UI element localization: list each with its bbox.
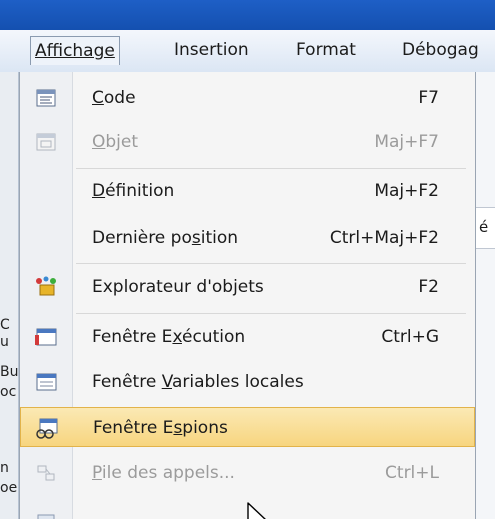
menu-insertion-label: Insertion <box>174 40 249 60</box>
menu-item-fenetre-espions-pre: Fenêtre E <box>93 418 174 438</box>
menu-item-code-post: ode <box>103 88 136 108</box>
affichage-dropdown-menu: Code F7 Objet Maj+F7 Définition Maj+F2 D… <box>19 72 476 519</box>
menu-item-objet[interactable]: Objet Maj+F7 <box>20 122 475 162</box>
menu-item-definition-mnemonic: D <box>92 181 106 201</box>
watch-window-icon <box>35 417 59 439</box>
menu-bar: Affichage Insertion Format Débogag <box>0 30 495 73</box>
bg-stub-1: u <box>0 334 9 350</box>
background-editor-left: C u Bu oc n oe <box>0 72 19 519</box>
menu-insertion[interactable]: Insertion <box>170 36 253 64</box>
call-stack-icon <box>34 462 58 484</box>
menu-item-definition-post: éfinition <box>105 181 175 201</box>
code-icon <box>34 87 58 109</box>
bg-stub-0: C <box>0 317 10 333</box>
bg-stub-2: Bu <box>0 364 19 380</box>
menu-item-fenetre-variables-locales-mnemonic: V <box>161 372 172 392</box>
menu-item-derniere-position[interactable]: Dernière position Ctrl+Maj+F2 <box>20 218 475 258</box>
menu-item-explorateur-objets-shortcut: F2 <box>418 277 439 297</box>
menu-affichage-label: Affichage <box>35 41 115 61</box>
menu-separator <box>76 313 466 314</box>
bg-grid: é <box>474 207 495 249</box>
object-icon <box>34 131 58 153</box>
menu-format[interactable]: Format <box>292 36 360 64</box>
menu-item-objet-mnemonic: O <box>92 132 106 152</box>
menu-affichage[interactable]: Affichage <box>30 36 120 65</box>
bg-stub-3: oc <box>0 384 17 400</box>
menu-item-definition-shortcut: Maj+F2 <box>374 181 439 201</box>
menu-item-pile-des-appels-post: ile des appels... <box>101 463 235 483</box>
menu-item-objet-shortcut: Maj+F7 <box>374 132 439 152</box>
menu-item-fenetre-execution-shortcut: Ctrl+G <box>381 327 439 347</box>
background-editor-right: é <box>474 72 495 519</box>
menu-item-fenetre-espions-post: pions <box>182 418 228 438</box>
menu-item-derniere-position-shortcut: Ctrl+Maj+F2 <box>329 228 439 248</box>
partial-item-icon <box>34 509 58 519</box>
menu-separator <box>76 168 466 169</box>
menu-item-fenetre-variables-locales-pre: Fenêtre <box>92 372 162 392</box>
menu-item-fenetre-variables-locales-post: ariables locales <box>172 372 304 392</box>
menu-item-explorateur-objets[interactable]: Explorateur d'objets F2 <box>20 267 475 307</box>
menu-item-code[interactable]: Code F7 <box>20 78 475 118</box>
menu-item-fenetre-variables-locales[interactable]: Fenêtre Variables locales <box>20 362 475 402</box>
bg-stub-4: n <box>0 460 9 476</box>
menu-item-derniere-position-pre: Dernière po <box>92 228 192 248</box>
menu-item-code-shortcut: F7 <box>418 88 439 108</box>
menu-item-pile-des-appels[interactable]: Pile des appels... Ctrl+L <box>20 453 475 493</box>
menu-item-fenetre-espions-mnemonic: s <box>173 418 183 438</box>
menu-item-definition[interactable]: Définition Maj+F2 <box>20 171 475 211</box>
menu-item-derniere-position-mnemonic: s <box>191 228 201 248</box>
menu-item-fenetre-execution[interactable]: Fenêtre Exécution Ctrl+G <box>20 317 475 357</box>
menu-format-label: Format <box>296 40 356 60</box>
menu-item-objet-post: bjet <box>105 132 139 152</box>
menu-item-fenetre-execution-pre: Fenêtre E <box>92 327 173 347</box>
menu-item-fenetre-espions[interactable]: Fenêtre Espions <box>20 407 475 447</box>
menu-item-fenetre-execution-mnemonic: x <box>172 327 182 347</box>
menu-separator <box>76 263 466 264</box>
bg-stub-right: é <box>479 218 489 236</box>
menu-item-fenetre-execution-post: écution <box>181 327 246 347</box>
menu-item-explorateur-objets-label: Explorateur d'objets <box>92 277 264 297</box>
bg-stub-5: oe <box>0 480 18 496</box>
menu-debogage[interactable]: Débogag <box>398 36 483 64</box>
title-bar <box>0 0 495 30</box>
menu-item-pile-des-appels-mnemonic: P <box>92 463 102 483</box>
mouse-pointer-icon <box>247 502 266 519</box>
menu-item-pile-des-appels-shortcut: Ctrl+L <box>385 463 439 483</box>
locals-window-icon <box>34 371 58 393</box>
menu-item-code-mnemonic: C <box>92 88 104 108</box>
immediate-window-icon <box>34 326 58 348</box>
menu-item-derniere-position-post: ition <box>200 228 239 248</box>
object-browser-icon <box>34 276 58 298</box>
menu-debogage-label: Débogag <box>402 40 479 60</box>
